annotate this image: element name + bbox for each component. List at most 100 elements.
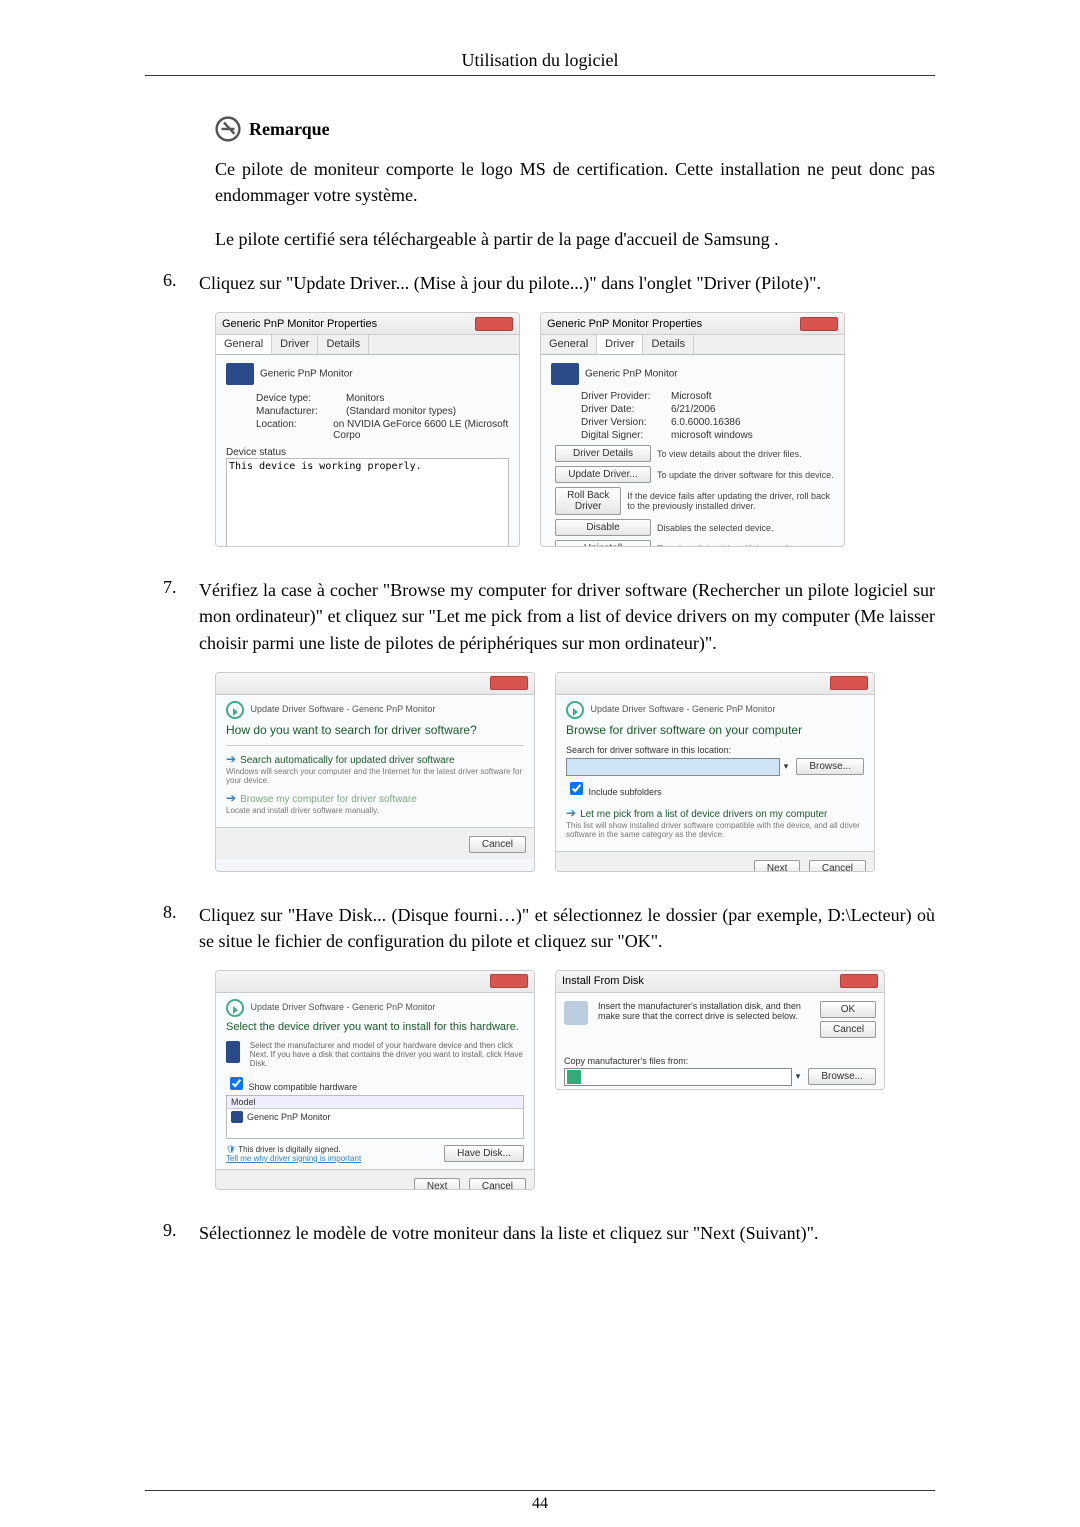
back-icon[interactable] <box>226 999 244 1017</box>
option-auto-search-sub: Windows will search your computer and th… <box>226 767 524 785</box>
note-paragraph-1: Ce pilote de moniteur comporte le logo M… <box>215 156 935 208</box>
driver-details-button[interactable]: Driver Details <box>555 445 651 462</box>
tab-driver[interactable]: Driver <box>597 335 643 354</box>
update-driver-button[interactable]: Update Driver... <box>555 466 651 483</box>
step-9-number: 9. <box>145 1220 199 1241</box>
rollback-driver-button[interactable]: Roll Back Driver <box>555 487 621 515</box>
disable-button[interactable]: Disable <box>555 519 651 536</box>
location-key: Location: <box>256 419 333 441</box>
monitor-icon <box>231 1111 243 1123</box>
option-pick-from-list[interactable]: ➔Let me pick from a list of device drive… <box>566 806 864 839</box>
date-key: Driver Date: <box>581 404 671 415</box>
close-icon[interactable] <box>800 317 838 331</box>
tab-details[interactable]: Details <box>643 335 694 354</box>
location-value: on NVIDIA GeForce 6600 LE (Microsoft Cor… <box>333 419 509 441</box>
wizard-subtext: Select the manufacturer and model of you… <box>250 1041 524 1068</box>
breadcrumb: Update Driver Software - Generic PnP Mon… <box>251 704 436 714</box>
uninstall-button[interactable]: Uninstall <box>555 540 651 547</box>
signing-link[interactable]: Tell me why driver signing is important <box>226 1154 361 1163</box>
screenshot-properties-driver: Generic PnP Monitor Properties General D… <box>540 312 845 547</box>
search-location-label: Search for driver software in this locat… <box>566 745 864 755</box>
note-paragraph-2: Le pilote certifié sera téléchargeable à… <box>215 226 935 252</box>
step-9-text: Sélectionnez le modèle de votre moniteur… <box>199 1220 935 1246</box>
wizard-heading: Browse for driver software on your compu… <box>566 723 864 737</box>
version-key: Driver Version: <box>581 417 671 428</box>
option-browse-computer-sub: Locate and install driver software manua… <box>226 806 524 815</box>
close-icon[interactable] <box>490 974 528 988</box>
manufacturer-key: Manufacturer: <box>256 406 346 417</box>
rollback-driver-desc: If the device fails after updating the d… <box>627 491 834 511</box>
close-icon[interactable] <box>490 676 528 690</box>
page-header: Utilisation du logiciel <box>145 50 935 76</box>
device-type-value: Monitors <box>346 393 384 404</box>
back-icon[interactable] <box>226 701 244 719</box>
browse-button[interactable]: Browse... <box>808 1068 876 1085</box>
step-7-text: Vérifiez la case à cocher "Browse my com… <box>199 577 935 655</box>
provider-value: Microsoft <box>671 391 712 402</box>
disk-icon <box>564 1001 588 1025</box>
drive-icon <box>567 1070 581 1084</box>
signed-label: This driver is digitally signed. <box>238 1145 340 1154</box>
shield-icon: 🛡 <box>226 1145 236 1154</box>
screenshot-wizard-search: Update Driver Software - Generic PnP Mon… <box>215 672 535 872</box>
footer-rule <box>145 1490 935 1491</box>
close-icon[interactable] <box>840 974 878 988</box>
monitor-icon <box>551 363 579 385</box>
option-pick-sub: This list will show installed driver sof… <box>566 821 864 839</box>
tab-general[interactable]: General <box>541 335 597 354</box>
step-8-text: Cliquez sur "Have Disk... (Disque fourni… <box>199 902 935 954</box>
wizard-heading: How do you want to search for driver sof… <box>226 723 524 737</box>
device-status-box: This device is working properly. <box>226 458 509 547</box>
step-6-text: Cliquez sur "Update Driver... (Mise à jo… <box>199 270 935 296</box>
window-title: Install From Disk <box>562 975 644 987</box>
signer-value: microsoft windows <box>671 430 753 441</box>
show-compatible-label: Show compatible hardware <box>249 1082 358 1092</box>
tab-details[interactable]: Details <box>318 335 369 354</box>
note-label: Remarque <box>249 119 330 140</box>
breadcrumb: Update Driver Software - Generic PnP Mon… <box>251 1002 436 1012</box>
page-number: 44 <box>0 1495 1080 1513</box>
manufacturer-value: (Standard monitor types) <box>346 406 456 417</box>
step-8-number: 8. <box>145 902 199 923</box>
close-icon[interactable] <box>830 676 868 690</box>
provider-key: Driver Provider: <box>581 391 671 402</box>
cancel-button[interactable]: Cancel <box>809 860 866 872</box>
wizard-heading: Select the device driver you want to ins… <box>226 1021 524 1033</box>
signer-key: Digital Signer: <box>581 430 671 441</box>
screenshot-install-from-disk: Install From Disk Insert the manufacture… <box>555 970 885 1090</box>
monitor-label: Generic PnP Monitor <box>260 369 353 380</box>
note-icon <box>215 116 241 142</box>
next-button[interactable]: Next <box>754 860 801 872</box>
install-disk-msg: Insert the manufacturer's installation d… <box>598 1001 812 1038</box>
ok-button[interactable]: OK <box>820 1001 876 1018</box>
step-7-number: 7. <box>145 577 199 598</box>
back-icon[interactable] <box>566 701 584 719</box>
model-row[interactable]: Generic PnP Monitor <box>247 1112 330 1122</box>
copy-from-label: Copy manufacturer's files from: <box>564 1056 876 1066</box>
include-subfolders-label: Include subfolders <box>589 787 662 797</box>
monitor-label: Generic PnP Monitor <box>585 369 678 380</box>
show-compatible-checkbox[interactable] <box>230 1077 243 1090</box>
screenshot-wizard-select-driver: Update Driver Software - Generic PnP Mon… <box>215 970 535 1190</box>
cancel-button[interactable]: Cancel <box>469 1178 526 1190</box>
update-driver-desc: To update the driver software for this d… <box>657 470 834 480</box>
device-status-label: Device status <box>226 447 509 458</box>
have-disk-button[interactable]: Have Disk... <box>444 1145 524 1162</box>
option-browse-computer[interactable]: ➔Browse my computer for driver softwareL… <box>226 791 524 815</box>
tab-general[interactable]: General <box>216 335 272 354</box>
include-subfolders-checkbox[interactable] <box>570 782 583 795</box>
cancel-button[interactable]: Cancel <box>820 1021 876 1038</box>
monitor-icon <box>226 1041 240 1063</box>
close-icon[interactable] <box>475 317 513 331</box>
browse-button[interactable]: Browse... <box>796 758 864 775</box>
tab-driver[interactable]: Driver <box>272 335 318 354</box>
uninstall-desc: To uninstall the driver (Advanced). <box>657 544 793 548</box>
path-input[interactable] <box>566 758 780 776</box>
option-auto-search[interactable]: ➔Search automatically for updated driver… <box>226 752 524 785</box>
next-button[interactable]: Next <box>414 1178 461 1190</box>
breadcrumb: Update Driver Software - Generic PnP Mon… <box>591 704 776 714</box>
cancel-button[interactable]: Cancel <box>469 836 526 853</box>
disable-desc: Disables the selected device. <box>657 523 774 533</box>
date-value: 6/21/2006 <box>671 404 716 415</box>
window-title: Generic PnP Monitor Properties <box>222 318 377 330</box>
